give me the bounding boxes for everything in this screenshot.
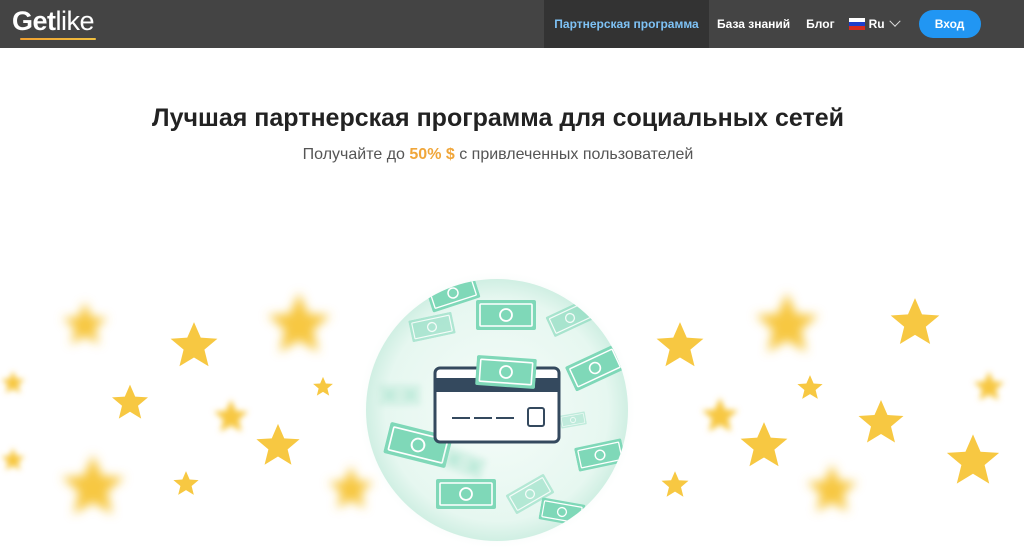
page-title: Лучшая партнерская программа для социаль… [152, 104, 844, 132]
main-nav: Партнерская программа База знаний Блог R… [544, 0, 981, 48]
language-label: Ru [868, 17, 885, 31]
flag-ru-icon [848, 18, 865, 30]
logo-text-bold: Get [12, 6, 56, 36]
top-navigation-bar: Getlike Партнерская программа База знани… [0, 0, 1024, 48]
logo-underline [20, 38, 96, 40]
hero-illustration [1, 270, 1005, 547]
subtitle-suffix: с привлеченных пользователей [459, 146, 694, 163]
login-button[interactable]: Вход [918, 10, 981, 38]
getlike-logo[interactable]: Getlike [12, 6, 96, 42]
credit-card-with-money-icon [357, 270, 637, 547]
subtitle-prefix: Получайте до [302, 146, 405, 163]
subtitle-highlight: 50% $ [409, 146, 455, 163]
logo-text-light: like [55, 6, 95, 36]
nav-item-partner-program[interactable]: Партнерская программа [544, 0, 709, 48]
language-selector[interactable]: Ru [843, 0, 905, 48]
nav-item-knowledge-base[interactable]: База знаний [709, 0, 798, 48]
chevron-down-icon [888, 15, 901, 27]
page-subtitle: Получайте до 50% $ с привлеченных пользо… [0, 146, 996, 164]
nav-item-blog[interactable]: Блог [798, 0, 842, 48]
